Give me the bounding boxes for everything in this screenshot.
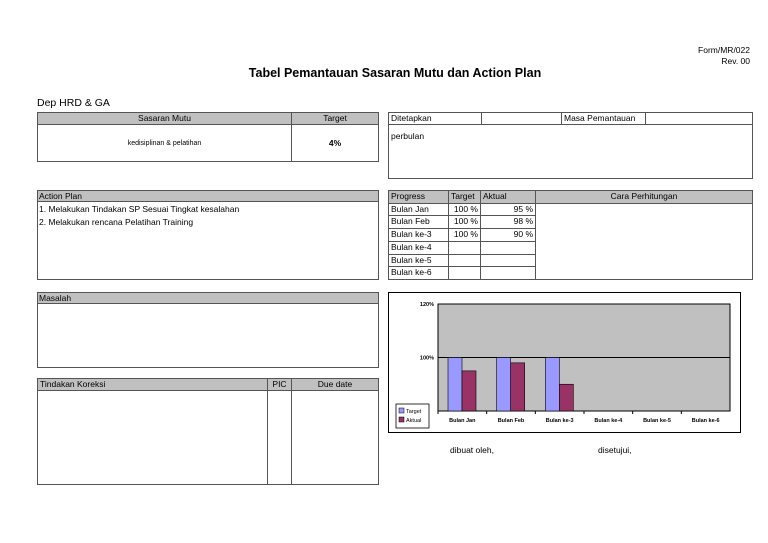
chart-svg: 120% 100% Bulan Jan Bulan Feb Bulan ke-3 Bula… bbox=[395, 302, 731, 429]
progress-aktual: 90 % bbox=[480, 228, 536, 242]
progress-header: Progress bbox=[388, 190, 449, 204]
department-label: Dep HRD & GA bbox=[37, 97, 110, 109]
progress-aktual: 98 % bbox=[480, 215, 536, 230]
form-code-text: Form/MR/022 bbox=[698, 45, 750, 55]
progress-month: Bulan ke-4 bbox=[388, 240, 449, 255]
bar-target bbox=[545, 357, 560, 412]
action-plan-header: Action Plan bbox=[38, 191, 378, 202]
form-code: Form/MR/022 Rev. 00 bbox=[698, 45, 750, 67]
target-value: 4% bbox=[291, 124, 379, 162]
y-tick-label: 100% bbox=[420, 356, 434, 362]
progress-target bbox=[448, 266, 481, 280]
progress-month: Bulan ke-6 bbox=[388, 266, 449, 280]
masa-body: perbulan bbox=[388, 124, 753, 179]
masa-label: Masa Pemantauan bbox=[561, 112, 646, 125]
cara-perhitungan-cell bbox=[535, 202, 753, 281]
sasaran-header: Sasaran Mutu bbox=[37, 112, 292, 125]
progress-chart: 120% 100% Bulan Jan Bulan Feb Bulan ke-3 Bula… bbox=[388, 292, 741, 433]
progress-target: 100 % bbox=[448, 215, 481, 230]
x-tick-label: Bulan Feb bbox=[498, 418, 525, 424]
action-plan-box: Action Plan 1. Melakukan Tindakan SP Ses… bbox=[37, 190, 379, 280]
bar-target bbox=[496, 357, 511, 412]
cara-perhitungan-header: Cara Perhitungan bbox=[535, 190, 753, 204]
tindakan-header: Tindakan Koreksi bbox=[37, 378, 268, 391]
x-tick-label: Bulan ke-3 bbox=[546, 418, 574, 424]
masalah-box: Masalah bbox=[37, 292, 379, 368]
target-header: Target bbox=[291, 112, 379, 125]
progress-aktual bbox=[480, 253, 536, 268]
progress-row: Bulan Jan 100 % 95 % bbox=[388, 202, 753, 281]
action-plan-item: 1. Melakukan Tindakan SP Sesuai Tingkat … bbox=[39, 204, 240, 214]
pic-cell[interactable] bbox=[267, 390, 292, 485]
x-tick-label: Bulan ke-4 bbox=[594, 418, 623, 424]
dibuat-oleh-label: dibuat oleh, bbox=[450, 445, 494, 455]
legend-label: Aktual bbox=[406, 418, 421, 424]
bar-aktual bbox=[559, 383, 574, 412]
bar-aktual bbox=[461, 370, 477, 412]
x-tick-label: Bulan Jan bbox=[449, 418, 476, 424]
legend-label: Target bbox=[406, 409, 422, 415]
x-tick-label: Bulan ke-6 bbox=[692, 418, 720, 424]
progress-aktual: 95 % bbox=[480, 202, 536, 217]
tindakan-table: Tindakan Koreksi PIC Due date bbox=[37, 378, 379, 485]
progress-aktual-header: Aktual bbox=[480, 190, 536, 204]
sasaran-table: Sasaran Mutu Target kedisiplinan & pelati… bbox=[37, 112, 379, 162]
progress-aktual bbox=[480, 240, 536, 255]
progress-month: Bulan Jan bbox=[388, 202, 449, 217]
masa-value[interactable] bbox=[645, 112, 753, 125]
ditetapkan-value[interactable] bbox=[481, 112, 562, 125]
progress-month: Bulan ke-5 bbox=[388, 253, 449, 268]
progress-month: Bulan Feb bbox=[388, 215, 449, 230]
ditetapkan-label: Ditetapkan bbox=[388, 112, 482, 125]
legend-swatch bbox=[398, 407, 405, 414]
chart-legend bbox=[395, 403, 430, 429]
progress-target bbox=[448, 240, 481, 255]
progress-aktual bbox=[480, 266, 536, 280]
disetujui-label: disetujui, bbox=[598, 445, 632, 455]
action-plan-item: 2. Melakukan rencana Pelatihan Training bbox=[39, 217, 194, 227]
due-date-cell[interactable] bbox=[291, 390, 379, 485]
pic-header: PIC bbox=[267, 378, 292, 391]
page-title: Tabel Pemantauan Sasaran Mutu dan Action… bbox=[248, 66, 542, 80]
progress-table: Progress Target Aktual Cara Perhitungan Bula… bbox=[388, 190, 753, 281]
progress-target bbox=[448, 253, 481, 268]
progress-target-header: Target bbox=[448, 190, 481, 204]
bar-aktual bbox=[510, 362, 525, 412]
y-tick-label: 120% bbox=[420, 302, 434, 308]
due-date-header: Due date bbox=[291, 378, 379, 391]
progress-target: 100 % bbox=[448, 228, 481, 242]
ditetapkan-table: Ditetapkan Masa Pemantauan perbulan bbox=[388, 112, 753, 179]
progress-target: 100 % bbox=[448, 202, 481, 217]
legend-swatch bbox=[398, 416, 405, 423]
bar-target bbox=[447, 357, 463, 412]
masalah-header: Masalah bbox=[38, 293, 378, 304]
sasaran-value: kedisiplinan & pelatihan bbox=[37, 124, 292, 162]
tindakan-cell[interactable] bbox=[37, 390, 268, 485]
progress-month: Bulan ke-3 bbox=[388, 228, 449, 242]
x-tick-label: Bulan ke-5 bbox=[643, 418, 671, 424]
